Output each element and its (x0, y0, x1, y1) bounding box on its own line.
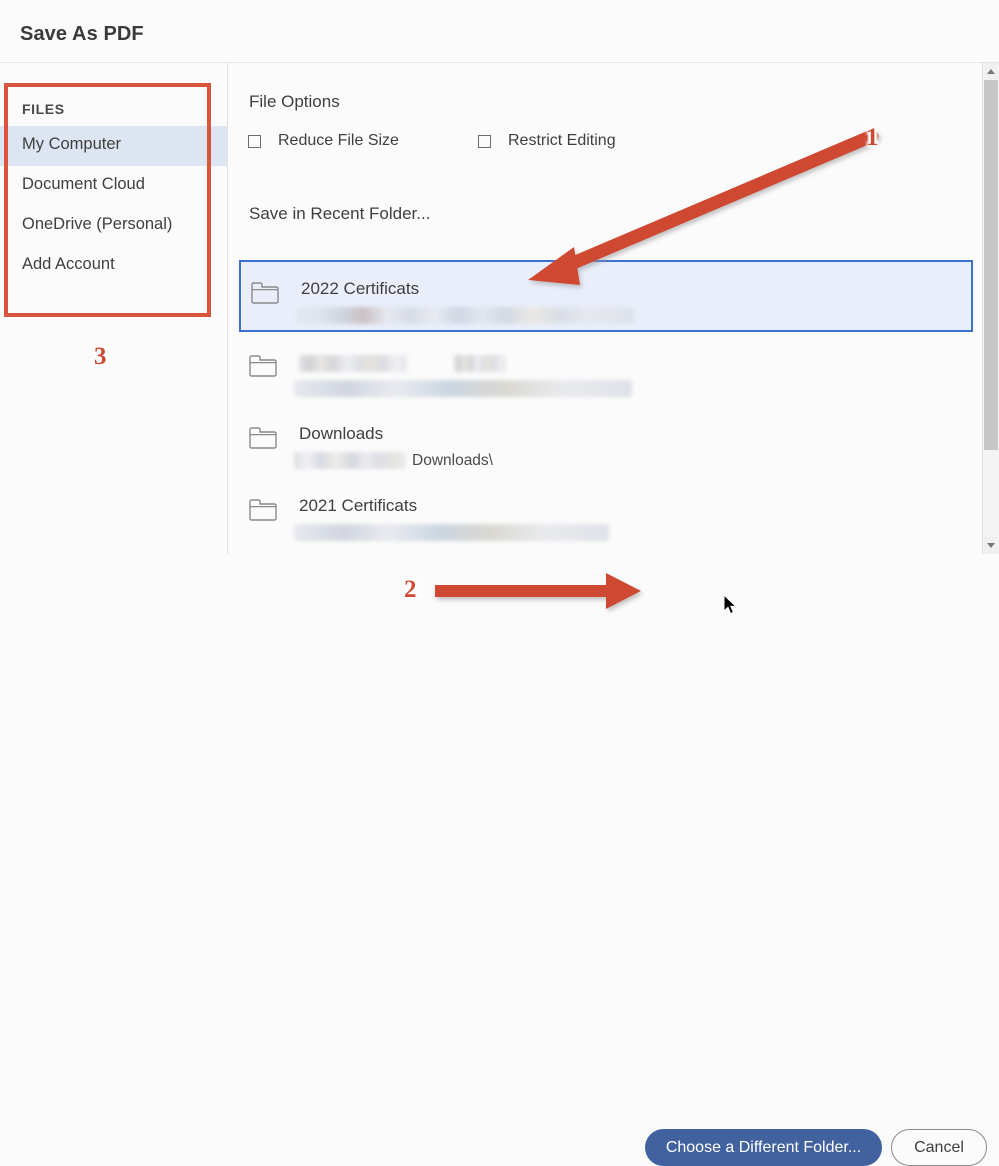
folder-icon (251, 281, 279, 304)
folder-name (299, 352, 506, 374)
checkbox-box-icon[interactable] (248, 135, 261, 148)
sidebar-item-label: My Computer (22, 135, 121, 154)
redacted-path-bar (294, 380, 632, 397)
folder-path (294, 380, 632, 397)
dialog-footer: Choose a Different Folder... Cancel (0, 554, 999, 634)
folder-icon (249, 498, 277, 521)
file-options-heading: File Options (249, 92, 340, 112)
checkbox-label: Reduce File Size (278, 132, 399, 150)
redacted-path-bar (296, 307, 634, 324)
folder-icon (249, 354, 277, 377)
choose-different-folder-button[interactable]: Choose a Different Folder... (645, 1129, 882, 1166)
recent-folder-heading: Save in Recent Folder... (249, 204, 430, 224)
scroll-up-arrow-icon[interactable] (983, 63, 999, 80)
recent-folder-list: 2022 Certificats (229, 260, 982, 554)
sidebar-item-label: Add Account (22, 255, 115, 274)
sidebar-item-add-account[interactable]: Add Account (0, 246, 227, 286)
vertical-scrollbar[interactable] (982, 63, 999, 554)
sidebar-item-label: OneDrive (Personal) (22, 215, 172, 234)
redacted-name-bar (299, 355, 407, 372)
dialog-header: Save As PDF (0, 0, 999, 63)
sidebar: FILES My Computer Document Cloud OneDriv… (0, 63, 228, 554)
sidebar-item-label: Document Cloud (22, 175, 145, 194)
cancel-button[interactable]: Cancel (891, 1129, 987, 1166)
folder-path (296, 307, 634, 324)
folder-icon (249, 426, 277, 449)
folder-path (294, 524, 609, 541)
folder-list-item[interactable]: 2021 Certificats (239, 479, 973, 551)
folder-path: Downloads\ (294, 452, 493, 469)
folder-name: 2021 Certificats (299, 496, 417, 516)
redacted-name-bar (454, 355, 506, 372)
sidebar-item-document-cloud[interactable]: Document Cloud (0, 166, 227, 206)
scrollbar-thumb[interactable] (984, 80, 998, 450)
folder-name: 2022 Certificats (301, 279, 419, 299)
main-panel: File Options Reduce File Size Restrict E… (229, 63, 999, 554)
checkbox-box-icon[interactable] (478, 135, 491, 148)
sidebar-item-my-computer[interactable]: My Computer (0, 126, 227, 166)
sidebar-heading: FILES (22, 101, 65, 117)
folder-path-text: Downloads\ (412, 452, 493, 470)
folder-list-item[interactable]: Downloads Downloads\ (239, 407, 973, 479)
page-title: Save As PDF (20, 23, 144, 46)
scroll-down-arrow-icon[interactable] (983, 537, 999, 554)
checkbox-label: Restrict Editing (508, 132, 616, 150)
redacted-path-bar (294, 524, 609, 541)
folder-list-item[interactable]: 2022 Certificats (239, 260, 973, 332)
redacted-path-bar (294, 452, 406, 469)
folder-list-item[interactable] (239, 335, 973, 407)
sidebar-item-onedrive-personal[interactable]: OneDrive (Personal) (0, 206, 227, 246)
folder-name: Downloads (299, 424, 383, 444)
